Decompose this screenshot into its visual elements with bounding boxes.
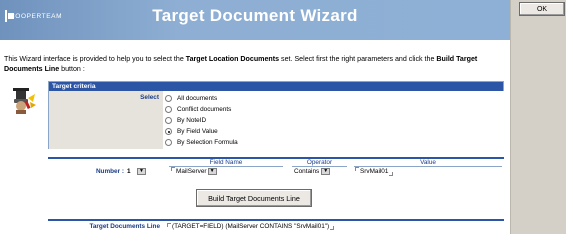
target-criteria-body: Select All documents Conflict documents …: [49, 91, 505, 149]
number-select[interactable]: 1: [127, 167, 136, 176]
radio-all-documents[interactable]: [165, 95, 172, 102]
dropdown-arrow-icon[interactable]: ▼: [321, 167, 331, 175]
field-name-header: Field Name: [169, 159, 283, 167]
target-documents-line-value: (TARGET=FIELD) (MailServer CONTAINS "Srv…: [172, 223, 330, 230]
dropdown-arrow-icon[interactable]: ▼: [137, 168, 146, 175]
value-field-text: SrvMail01: [360, 168, 389, 175]
target-documents-line-field[interactable]: (TARGET=FIELD) (MailServer CONTAINS "Srv…: [167, 223, 335, 230]
intro-bold-1: Target Location Documents: [185, 55, 280, 63]
selection-options: All documents Conflict documents By Note…: [163, 91, 505, 149]
option-label: All documents: [177, 95, 218, 102]
option-by-selection-formula[interactable]: By Selection Formula: [163, 137, 505, 148]
number-label: Number :: [95, 168, 124, 175]
option-label: By Field Value: [177, 128, 218, 135]
intro-part-1: This Wizard interface is provided to hel…: [4, 55, 186, 63]
target-documents-line-label: Target Documents Line: [89, 223, 160, 230]
intro-part-2: set. Select first the right parameters a…: [279, 55, 437, 63]
target-documents-line-row: Target Documents Line (TARGET=FIELD) (Ma…: [48, 219, 504, 234]
page-title: Target Document Wizard: [152, 6, 358, 25]
operator-value: Contains: [294, 168, 320, 175]
dropdown-arrow-icon[interactable]: ▼: [207, 167, 217, 175]
ok-button[interactable]: OK: [519, 2, 565, 16]
radio-by-field-value[interactable]: [165, 128, 172, 135]
field-corner-icon: [167, 223, 171, 227]
value-field[interactable]: SrvMail01: [355, 167, 394, 176]
field-corner-icon: [389, 172, 394, 176]
option-by-field-value[interactable]: By Field Value: [163, 126, 505, 137]
wizard-hat-icon: [13, 88, 36, 114]
operator-select[interactable]: Contains ▼: [294, 167, 331, 176]
field-corner-icon: [355, 167, 359, 171]
field-name-select[interactable]: MailServer ▼: [171, 167, 217, 176]
field-corner-icon: [330, 226, 335, 230]
radio-by-noteid[interactable]: [165, 117, 172, 124]
option-all-documents[interactable]: All documents: [163, 93, 505, 104]
intro-part-3: button :: [59, 65, 85, 73]
field-corner-icon: [171, 167, 175, 171]
action-side-panel: OK: [510, 0, 566, 234]
intro-text: This Wizard interface is provided to hel…: [4, 54, 509, 74]
number-value: 1: [127, 168, 131, 175]
field-name-value: MailServer: [176, 168, 207, 175]
option-label: By NoteID: [177, 117, 207, 124]
value-header: Value: [354, 159, 502, 167]
wizard-main-panel: COOPERTEAM Target Document Wizard This W…: [0, 0, 510, 234]
target-criteria-header: Target criteria: [49, 82, 503, 91]
option-conflict-documents[interactable]: Conflict documents: [163, 104, 505, 115]
option-by-noteid[interactable]: By NoteID: [163, 115, 505, 126]
radio-by-selection-formula[interactable]: [165, 139, 172, 146]
option-label: By Selection Formula: [177, 139, 238, 146]
operator-header: Operator: [292, 159, 347, 167]
option-label: Conflict documents: [177, 106, 232, 113]
target-criteria-panel: Target criteria Select All documents Con…: [48, 81, 505, 149]
field-query-row: Field Name Operator Value Number : 1 ▼ M…: [48, 157, 504, 176]
select-label: Select: [140, 94, 159, 101]
radio-conflict-documents[interactable]: [165, 106, 172, 113]
banner: COOPERTEAM Target Document Wizard: [0, 0, 510, 40]
build-target-documents-line-button[interactable]: Build Target Documents Line: [196, 189, 312, 207]
